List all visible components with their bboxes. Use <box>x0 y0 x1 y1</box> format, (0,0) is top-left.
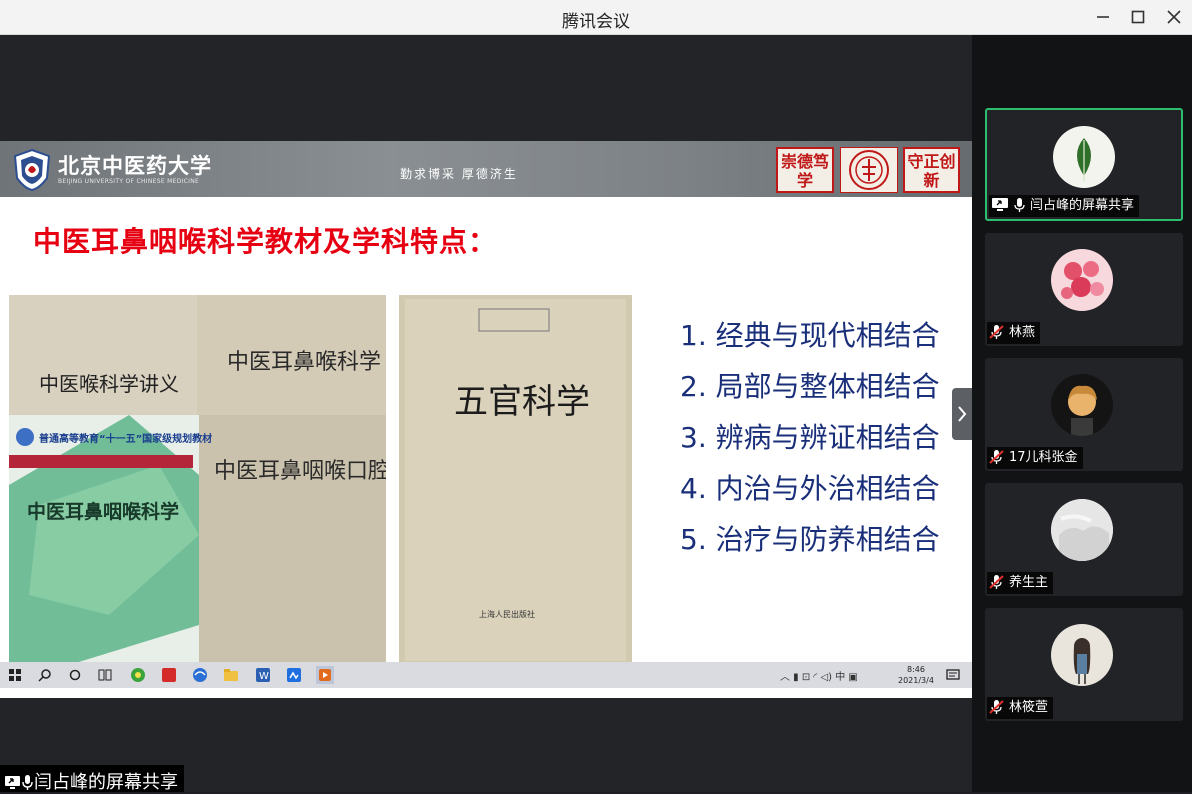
microphone-muted-icon <box>989 450 1004 464</box>
university-name: 北京中医药大学 <box>58 153 212 178</box>
participant-tile[interactable]: 养生主 <box>985 483 1183 596</box>
avatar <box>1053 126 1115 188</box>
book2-title: 中医耳鼻喉科学 <box>227 350 381 375</box>
book3-banner: 普通高等教育“十一五”国家级规划教材 <box>39 432 212 445</box>
university-motto: 勤求博采 厚德济生 <box>400 167 518 181</box>
avatar <box>1051 249 1113 311</box>
svg-text:W: W <box>259 671 269 682</box>
participant-name: 17儿科张金 <box>1009 450 1078 465</box>
feature-list: 1. 经典与现代相结合 2. 局部与整体相结合 3. 辨病与辨证相结合 4. 内… <box>680 316 940 571</box>
avatar <box>1051 624 1113 686</box>
participant-name-tag: 养生主 <box>987 572 1054 594</box>
feature-item: 2. 局部与整体相结合 <box>680 370 940 403</box>
browser-green-icon <box>131 668 145 682</box>
microphone-icon <box>22 775 33 790</box>
meeting-app-icon <box>287 668 301 682</box>
slide-header: 北京中医药大学 BEIJING UNIVERSITY OF CHINESE ME… <box>0 141 972 197</box>
participant-tile[interactable]: 林筱萱 <box>985 608 1183 721</box>
participant-name: 闫占峰的屏幕共享 <box>1030 198 1135 213</box>
feature-item: 5. 治疗与防养相结合 <box>680 523 940 556</box>
screen-share-label-text: 闫占峰的屏幕共享 <box>34 772 178 793</box>
university-name-en: BEIJING UNIVERSITY OF CHINESE MEDICINE <box>58 178 200 185</box>
microphone-muted-icon <box>989 700 1004 714</box>
university-seal-icon <box>13 148 51 192</box>
windows-start-icon <box>9 669 21 681</box>
minimize-icon[interactable] <box>1092 6 1114 28</box>
task-view-icon <box>98 669 112 681</box>
browser-blue-icon <box>193 668 207 682</box>
feature-item: 3. 辨病与辨证相结合 <box>680 421 940 454</box>
wuguan-book-photo: 五官科学 上海人民出版社 <box>399 295 632 665</box>
maximize-icon[interactable] <box>1127 6 1149 28</box>
book5-publisher: 上海人民出版社 <box>479 609 535 619</box>
avatar <box>1051 374 1113 436</box>
badge-right: 守正创新 <box>903 147 960 193</box>
participant-name: 林筱萱 <box>1009 700 1049 715</box>
emblem-icon <box>840 147 898 193</box>
participant-tile[interactable]: 闫占峰的屏幕共享 <box>985 108 1183 221</box>
word-icon: W <box>256 668 270 682</box>
clock-date: 2021/3/4 <box>898 676 934 685</box>
notification-icon <box>946 669 960 680</box>
screen-share-label: 闫占峰的屏幕共享 <box>0 765 184 793</box>
cortana-icon <box>69 669 81 681</box>
search-icon <box>38 669 51 682</box>
participant-tile[interactable]: 17儿科张金 <box>985 358 1183 471</box>
microphone-muted-icon <box>989 575 1004 589</box>
book5-title: 五官科学 <box>454 382 590 422</box>
folder-icon <box>224 669 238 681</box>
clock-time: 8:46 <box>906 665 925 674</box>
participant-tile[interactable]: 林燕 <box>985 233 1183 346</box>
textbooks-photo: 中医喉科学讲义 中医耳鼻喉科学 普通高等教育“十一五”国家级规划教材 中医耳鼻咽… <box>9 295 386 665</box>
chevron-right-icon <box>958 406 967 422</box>
powerpoint-icon <box>316 666 334 684</box>
system-tray-icons: ︿ ▮ ⊡ ◜ ◁) 中 ▣ <box>780 672 858 683</box>
badge-left: 崇德笃学 <box>776 147 834 193</box>
feature-item: 1. 经典与现代相结合 <box>680 319 940 352</box>
presentation-slide: 北京中医药大学 BEIJING UNIVERSITY OF CHINESE ME… <box>0 141 972 698</box>
app-red-icon <box>162 668 176 682</box>
screen-share-icon <box>5 776 20 789</box>
close-icon[interactable] <box>1163 6 1185 28</box>
feature-item: 4. 内治与外治相结合 <box>680 472 940 505</box>
book4-title: 中医耳鼻咽喉口腔科学 <box>214 459 386 484</box>
next-page-button[interactable] <box>952 388 972 440</box>
book3-title: 中医耳鼻咽喉科学 <box>27 500 179 523</box>
window-title: 腾讯会议 <box>562 12 630 32</box>
participant-name: 林燕 <box>1009 325 1036 340</box>
shared-screen: 北京中医药大学 BEIJING UNIVERSITY OF CHINESE ME… <box>0 35 972 792</box>
participant-name-tag: 林燕 <box>987 322 1041 344</box>
shared-taskbar: W ︿ ▮ ⊡ ◜ ◁) 中 ▣ 8:46 2021/3/4 <box>0 662 972 688</box>
ime-indicator: 中 <box>835 672 846 683</box>
title-bar: 腾讯会议 <box>0 0 1192 35</box>
participant-name-tag: 林筱萱 <box>987 697 1054 719</box>
participant-name-tag: 17儿科张金 <box>987 447 1083 469</box>
slide-title: 中医耳鼻咽喉科学教材及学科特点： <box>33 225 498 258</box>
taskbar-clock: 8:46 2021/3/4 <box>898 664 934 686</box>
participant-sidebar: 闫占峰的屏幕共享 林燕 17儿科张金 养生主 林筱萱 <box>972 35 1192 792</box>
book1-title: 中医喉科学讲义 <box>39 372 179 396</box>
screen-share-icon <box>992 198 1008 211</box>
participant-name-tag: 闫占峰的屏幕共享 <box>989 195 1140 217</box>
avatar <box>1051 499 1113 561</box>
microphone-icon <box>1014 198 1025 212</box>
participant-name: 养生主 <box>1009 575 1049 590</box>
microphone-muted-icon <box>989 325 1004 339</box>
